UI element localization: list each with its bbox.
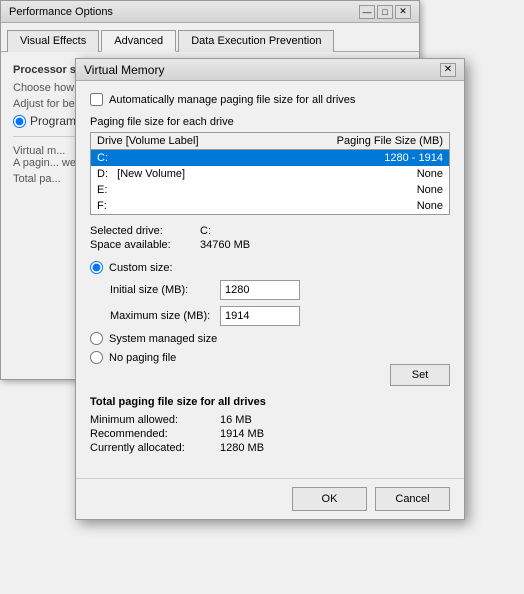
tab-visual-effects[interactable]: Visual Effects bbox=[7, 30, 99, 52]
virtual-memory-dialog: Virtual Memory ✕ Automatically manage pa… bbox=[75, 58, 465, 520]
drive-c-paging: 1280 - 1914 bbox=[286, 152, 443, 164]
set-btn-container: Set bbox=[90, 364, 450, 386]
programs-radio[interactable] bbox=[13, 115, 26, 128]
system-managed-radio-row: System managed size bbox=[90, 332, 450, 345]
no-paging-radio[interactable] bbox=[90, 351, 103, 364]
drive-row-c[interactable]: C: 1280 - 1914 bbox=[91, 150, 449, 166]
perf-window-title: Performance Options bbox=[9, 6, 113, 18]
recommended-row: Recommended: 1914 MB bbox=[90, 428, 450, 440]
selected-drive-value: C: bbox=[200, 225, 211, 237]
set-button[interactable]: Set bbox=[390, 364, 450, 386]
selected-drive-row: Selected drive: C: bbox=[90, 225, 450, 237]
recommended-label: Recommended: bbox=[90, 428, 220, 440]
maximum-size-label: Maximum size (MB): bbox=[110, 310, 220, 322]
perf-tabs: Visual Effects Advanced Data Execution P… bbox=[1, 23, 419, 52]
dialog-footer: OK Cancel bbox=[76, 478, 464, 519]
initial-size-input[interactable] bbox=[220, 280, 300, 300]
vm-dialog-title: Virtual Memory bbox=[84, 63, 164, 77]
paging-col-header: Paging File Size (MB) bbox=[286, 135, 443, 147]
drive-row-f[interactable]: F: None bbox=[91, 198, 449, 214]
drive-d-name: D: [New Volume] bbox=[97, 168, 286, 180]
size-options-section: Custom size: Initial size (MB): Maximum … bbox=[90, 261, 450, 364]
recommended-value: 1914 MB bbox=[220, 428, 264, 440]
minimum-allowed-row: Minimum allowed: 16 MB bbox=[90, 414, 450, 426]
currently-allocated-value: 1280 MB bbox=[220, 442, 264, 454]
auto-manage-label: Automatically manage paging file size fo… bbox=[109, 94, 355, 106]
custom-size-radio[interactable] bbox=[90, 261, 103, 274]
drive-row-e[interactable]: E: None bbox=[91, 182, 449, 198]
vm-titlebar: Virtual Memory ✕ bbox=[76, 59, 464, 81]
minimum-allowed-value: 16 MB bbox=[220, 414, 252, 426]
selected-drive-label: Selected drive: bbox=[90, 225, 200, 237]
vm-body: Automatically manage paging file size fo… bbox=[76, 81, 464, 478]
drive-e-name: E: bbox=[97, 184, 286, 196]
paging-section-label: Paging file size for each drive bbox=[90, 116, 450, 128]
auto-manage-checkbox[interactable] bbox=[90, 93, 103, 106]
drive-c-name: C: bbox=[97, 152, 286, 164]
drive-f-paging: None bbox=[286, 200, 443, 212]
minimize-button[interactable]: — bbox=[359, 5, 375, 19]
auto-manage-row: Automatically manage paging file size fo… bbox=[90, 93, 450, 106]
total-section-label: Total paging file size for all drives bbox=[90, 396, 450, 408]
no-paging-label: No paging file bbox=[109, 352, 176, 364]
ok-button[interactable]: OK bbox=[292, 487, 367, 511]
initial-size-row: Initial size (MB): bbox=[110, 280, 450, 300]
drive-row-d[interactable]: D: [New Volume] None bbox=[91, 166, 449, 182]
minimum-allowed-label: Minimum allowed: bbox=[90, 414, 220, 426]
space-available-label: Space available: bbox=[90, 239, 200, 251]
vm-close-button[interactable]: ✕ bbox=[440, 63, 456, 77]
drive-e-paging: None bbox=[286, 184, 443, 196]
tab-dep[interactable]: Data Execution Prevention bbox=[178, 30, 334, 52]
perf-window-controls: — □ ✕ bbox=[359, 5, 411, 19]
currently-allocated-label: Currently allocated: bbox=[90, 442, 220, 454]
maximum-size-row: Maximum size (MB): bbox=[110, 306, 450, 326]
no-paging-radio-row: No paging file bbox=[90, 351, 450, 364]
currently-allocated-row: Currently allocated: 1280 MB bbox=[90, 442, 450, 454]
maximize-button[interactable]: □ bbox=[377, 5, 393, 19]
maximum-size-input[interactable] bbox=[220, 306, 300, 326]
total-rows: Minimum allowed: 16 MB Recommended: 1914… bbox=[90, 414, 450, 454]
selected-drive-info: Selected drive: C: Space available: 3476… bbox=[90, 225, 450, 251]
tab-advanced[interactable]: Advanced bbox=[101, 30, 176, 52]
initial-size-label: Initial size (MB): bbox=[110, 284, 220, 296]
cancel-button[interactable]: Cancel bbox=[375, 487, 450, 511]
drive-col-header: Drive [Volume Label] bbox=[97, 135, 286, 147]
system-managed-radio[interactable] bbox=[90, 332, 103, 345]
drive-f-name: F: bbox=[97, 200, 286, 212]
custom-size-label: Custom size: bbox=[109, 262, 173, 274]
drive-table: Drive [Volume Label] Paging File Size (M… bbox=[90, 132, 450, 215]
custom-size-radio-row: Custom size: bbox=[90, 261, 450, 274]
space-available-value: 34760 MB bbox=[200, 239, 250, 251]
drive-table-header: Drive [Volume Label] Paging File Size (M… bbox=[91, 133, 449, 150]
perf-titlebar: Performance Options — □ ✕ bbox=[1, 1, 419, 23]
drive-d-paging: None bbox=[286, 168, 443, 180]
space-available-row: Space available: 34760 MB bbox=[90, 239, 450, 251]
close-button[interactable]: ✕ bbox=[395, 5, 411, 19]
system-managed-label: System managed size bbox=[109, 333, 217, 345]
